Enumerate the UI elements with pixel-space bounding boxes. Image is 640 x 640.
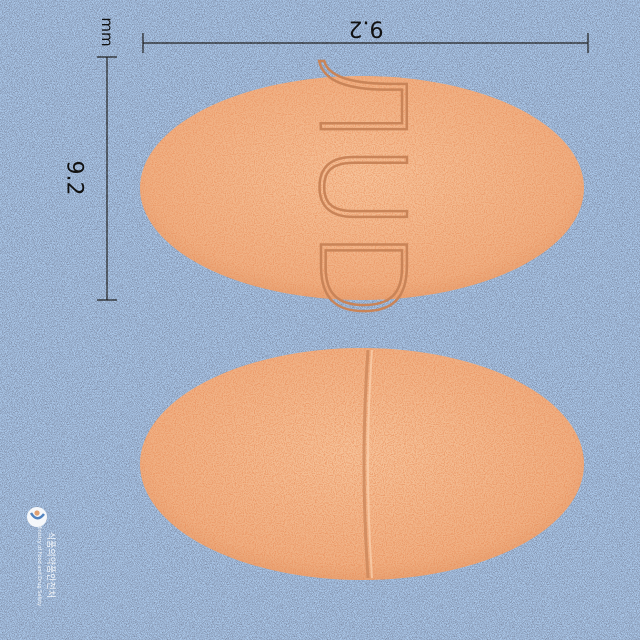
pill-photo: ЛUD 9.2 9.2 mm 식품의약품안전처 Ministry of Food… xyxy=(0,0,640,640)
width-dimension-value: 9.2 xyxy=(349,16,384,41)
watermark-line-1: 식품의약품안전처 xyxy=(45,532,57,598)
tablet-back xyxy=(140,348,584,580)
watermark-line-2: Ministry of Food and Drug Safety xyxy=(36,524,42,606)
height-dimension-value: 9.2 xyxy=(62,161,87,196)
dimension-unit-label: mm xyxy=(98,17,116,46)
tablet-front-imprint: ЛUD xyxy=(292,54,433,322)
tablet-back-speckle xyxy=(140,348,584,580)
tablet-front-imprint-text: ЛUD xyxy=(293,55,431,321)
pill-photo-canvas: ЛUD 9.2 9.2 mm 식품의약품안전처 Ministry of Food… xyxy=(0,0,640,640)
